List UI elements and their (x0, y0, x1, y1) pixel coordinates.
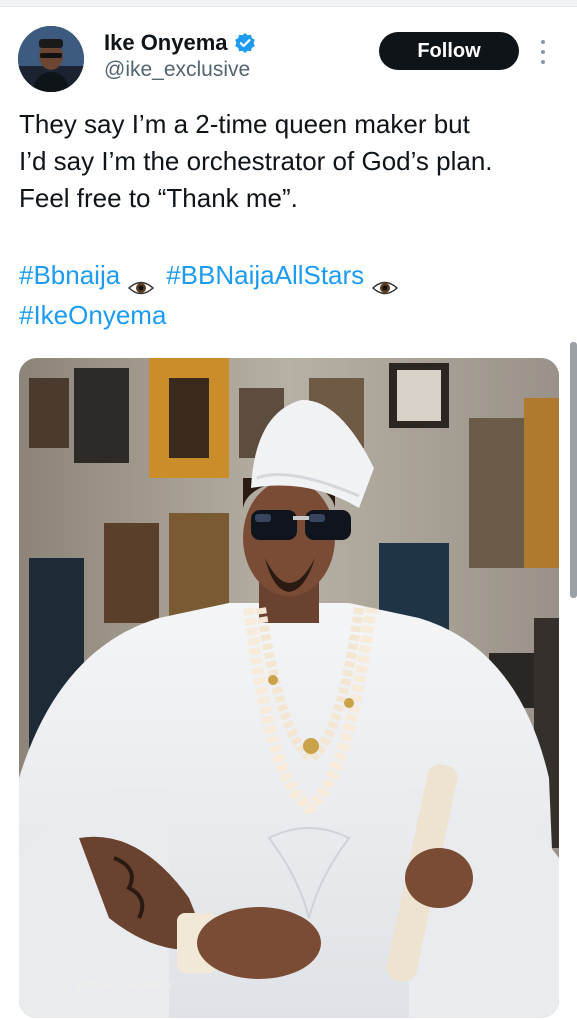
avatar[interactable] (18, 26, 84, 92)
more-options-icon[interactable] (538, 40, 548, 64)
hashtag-block: #Bbnaija #BBNaijaAllStars #IkeOnyema (19, 255, 564, 335)
author-display-name[interactable]: Ike Onyema (104, 30, 228, 56)
tweet-text-line: I’d say I’m the orchestrator of God’s pl… (19, 146, 493, 176)
tweet-photo[interactable]: Eniola Studios (19, 358, 559, 1018)
tweet-text-line: Feel free to “Thank me”. (19, 183, 298, 213)
eye-emoji-icon (372, 267, 399, 295)
verified-badge-icon (234, 32, 256, 54)
hashtag-link[interactable]: #BBNaijaAllStars (166, 255, 364, 295)
tweet-text: They say I’m a 2-time queen maker but I’… (19, 106, 564, 217)
follow-button[interactable]: Follow (379, 32, 519, 70)
tweet-header: Ike Onyema @ike_exclusive Follow (0, 18, 577, 98)
tweet-text-line: They say I’m a 2-time queen maker but (19, 109, 470, 139)
scrollbar[interactable] (570, 342, 577, 598)
author-name-row: Ike Onyema (104, 30, 256, 56)
hashtag-link[interactable]: #Bbnaija (19, 255, 120, 295)
eye-emoji-icon (128, 267, 155, 295)
author-handle[interactable]: @ike_exclusive (104, 58, 250, 82)
photo-watermark: Eniola Studios (77, 978, 173, 993)
top-divider (0, 0, 577, 7)
hashtag-link[interactable]: #IkeOnyema (19, 295, 166, 335)
